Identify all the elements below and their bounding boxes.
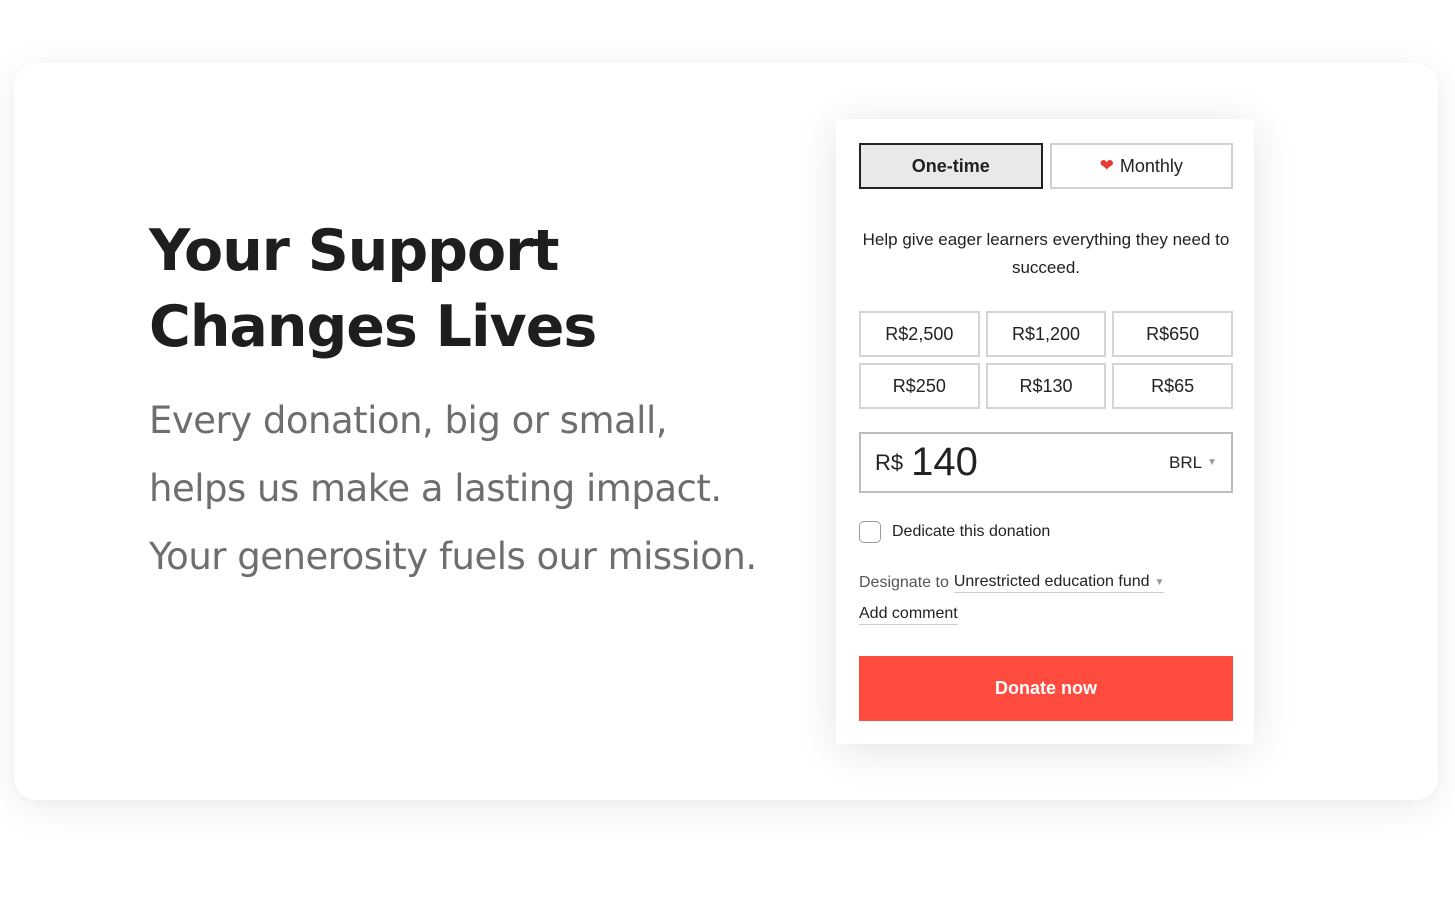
designate-select[interactable]: Unrestricted education fund ▼	[953, 573, 1165, 593]
one-time-button[interactable]: One-time	[859, 143, 1043, 189]
amount-option[interactable]: R$130	[985, 363, 1107, 409]
heart-icon: ❤	[1099, 156, 1114, 175]
amount-option[interactable]: R$65	[1112, 363, 1233, 409]
add-comment-link[interactable]: Add comment	[859, 605, 958, 625]
designate-value: Unrestricted education fund	[953, 573, 1150, 590]
custom-amount-field[interactable]: R$ 140 BRL ▼	[859, 432, 1233, 493]
monthly-button[interactable]: ❤ Monthly	[1049, 143, 1233, 189]
amount-options: R$2,500 R$1,200 R$650 R$250 R$130 R$65	[859, 311, 1233, 409]
monthly-label: Monthly	[1119, 155, 1183, 176]
hero-subtext: Every donation, big or small, helps us m…	[149, 399, 757, 578]
dedicate-label[interactable]: Dedicate this donation	[892, 523, 1050, 541]
donate-now-button[interactable]: Donate now	[859, 656, 1233, 721]
currency-select[interactable]: BRL ▼	[1169, 453, 1217, 473]
custom-amount-value[interactable]: 140	[911, 440, 1169, 485]
currency-symbol: R$	[875, 449, 904, 475]
designate-prefix: Designate to	[859, 574, 949, 591]
amount-option[interactable]: R$2,500	[859, 311, 980, 357]
hero-section: Your Support Changes Lives Every donatio…	[149, 213, 769, 591]
main-card: Your Support Changes Lives Every donatio…	[14, 63, 1438, 800]
caret-down-icon: ▼	[1207, 457, 1217, 468]
amount-option[interactable]: R$250	[859, 363, 980, 409]
currency-code: BRL	[1169, 452, 1203, 472]
hero-headline: Your Support Changes Lives	[149, 218, 597, 360]
amount-option[interactable]: R$1,200	[985, 311, 1107, 357]
dedicate-row: Dedicate this donation	[859, 521, 1050, 543]
frequency-toggle: One-time ❤ Monthly	[859, 143, 1233, 189]
donation-form: One-time ❤ Monthly Help give eager learn…	[836, 119, 1254, 744]
amount-option[interactable]: R$650	[1112, 311, 1233, 357]
designate-row: Designate to Unrestricted education fund…	[859, 573, 1165, 593]
dedicate-checkbox[interactable]	[859, 521, 881, 543]
caret-down-icon: ▼	[1154, 576, 1165, 588]
donation-blurb: Help give eager learners everything they…	[862, 230, 1230, 277]
one-time-label: One-time	[911, 155, 990, 176]
